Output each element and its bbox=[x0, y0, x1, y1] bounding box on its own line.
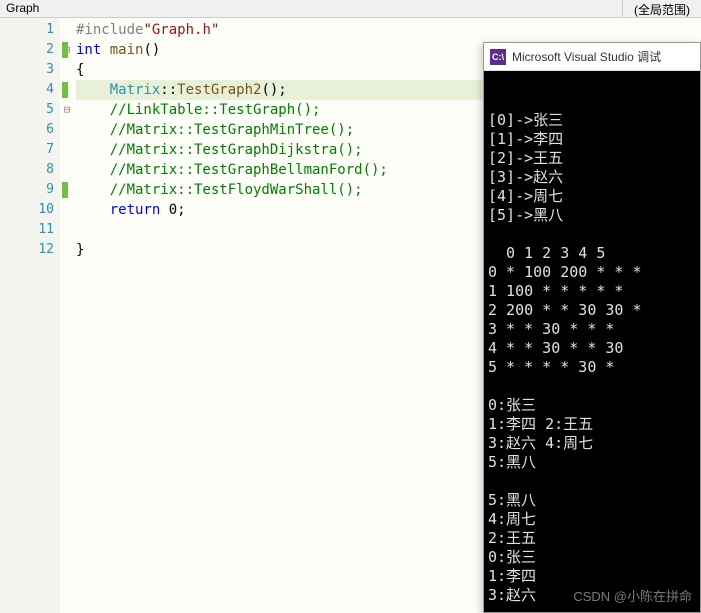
console-line: [5]->黑八 bbox=[488, 206, 696, 225]
line-number: 10 bbox=[0, 200, 60, 220]
change-marker bbox=[62, 182, 68, 198]
fold-toggle bbox=[60, 240, 74, 260]
line-number: 3 bbox=[0, 60, 60, 80]
fold-column: ⊟⊟ bbox=[60, 18, 74, 613]
line-number: 9 bbox=[0, 180, 60, 200]
console-line: 4 * * 30 * * 30 bbox=[488, 339, 696, 358]
console-titlebar[interactable]: C:\ Microsoft Visual Studio 调试 bbox=[484, 43, 700, 71]
console-line: 3 * * 30 * * * bbox=[488, 320, 696, 339]
console-line: 4:周七 bbox=[488, 510, 696, 529]
console-line: 0 * 100 200 * * * bbox=[488, 263, 696, 282]
console-line: 0:张三 bbox=[488, 548, 696, 567]
console-line: 0:张三 bbox=[488, 396, 696, 415]
console-line bbox=[488, 377, 696, 396]
watermark: CSDN @​小陈在拼命​ bbox=[573, 587, 692, 606]
console-line: 0 1 2 3 4 5 bbox=[488, 244, 696, 263]
console-title-text: Microsoft Visual Studio 调试 bbox=[512, 48, 661, 65]
fold-toggle bbox=[60, 120, 74, 140]
fold-toggle bbox=[60, 60, 74, 80]
line-number-gutter: 123456789101112 bbox=[0, 18, 60, 613]
change-marker bbox=[62, 82, 68, 98]
debug-console-window[interactable]: C:\ Microsoft Visual Studio 调试 [0]->张三[1… bbox=[483, 42, 701, 613]
line-number: 2 bbox=[0, 40, 60, 60]
console-line: 5:黑八 bbox=[488, 453, 696, 472]
line-number: 5 bbox=[0, 100, 60, 120]
console-line: [0]->张三 bbox=[488, 111, 696, 130]
breadcrumb-bar: Graph (全局范围) bbox=[0, 0, 701, 18]
change-marker bbox=[62, 42, 68, 58]
console-output[interactable]: [0]->张三[1]->李四[2]->王五[3]->赵六[4]->周七[5]->… bbox=[484, 71, 700, 612]
console-line: 2 200 * * 30 30 * bbox=[488, 301, 696, 320]
fold-toggle[interactable]: ⊟ bbox=[60, 100, 74, 120]
code-line[interactable]: #include"Graph.h" bbox=[76, 20, 701, 40]
line-number: 11 bbox=[0, 220, 60, 240]
line-number: 1 bbox=[0, 20, 60, 40]
fold-toggle bbox=[60, 140, 74, 160]
console-line: [3]->赵六 bbox=[488, 168, 696, 187]
scope-right[interactable]: (全局范围) bbox=[623, 0, 701, 17]
console-line bbox=[488, 225, 696, 244]
console-line: 5:黑八 bbox=[488, 491, 696, 510]
line-number: 8 bbox=[0, 160, 60, 180]
fold-toggle bbox=[60, 160, 74, 180]
line-number: 6 bbox=[0, 120, 60, 140]
line-number: 7 bbox=[0, 140, 60, 160]
line-number: 4 bbox=[0, 80, 60, 100]
console-line: [1]->李四 bbox=[488, 130, 696, 149]
scope-left[interactable]: Graph bbox=[0, 0, 623, 17]
console-line: 3:赵六 4:周七 bbox=[488, 434, 696, 453]
vs-icon: C:\ bbox=[490, 49, 506, 65]
console-line bbox=[488, 472, 696, 491]
line-number: 12 bbox=[0, 240, 60, 260]
console-line: 1 100 * * * * * bbox=[488, 282, 696, 301]
console-line: 5 * * * * 30 * bbox=[488, 358, 696, 377]
fold-toggle bbox=[60, 200, 74, 220]
fold-toggle bbox=[60, 220, 74, 240]
console-line: [2]->王五 bbox=[488, 149, 696, 168]
console-line: [4]->周七 bbox=[488, 187, 696, 206]
fold-toggle bbox=[60, 20, 74, 40]
console-line: 2:王五 bbox=[488, 529, 696, 548]
console-line: 1:李四 bbox=[488, 567, 696, 586]
console-line: 1:李四 2:王五 bbox=[488, 415, 696, 434]
